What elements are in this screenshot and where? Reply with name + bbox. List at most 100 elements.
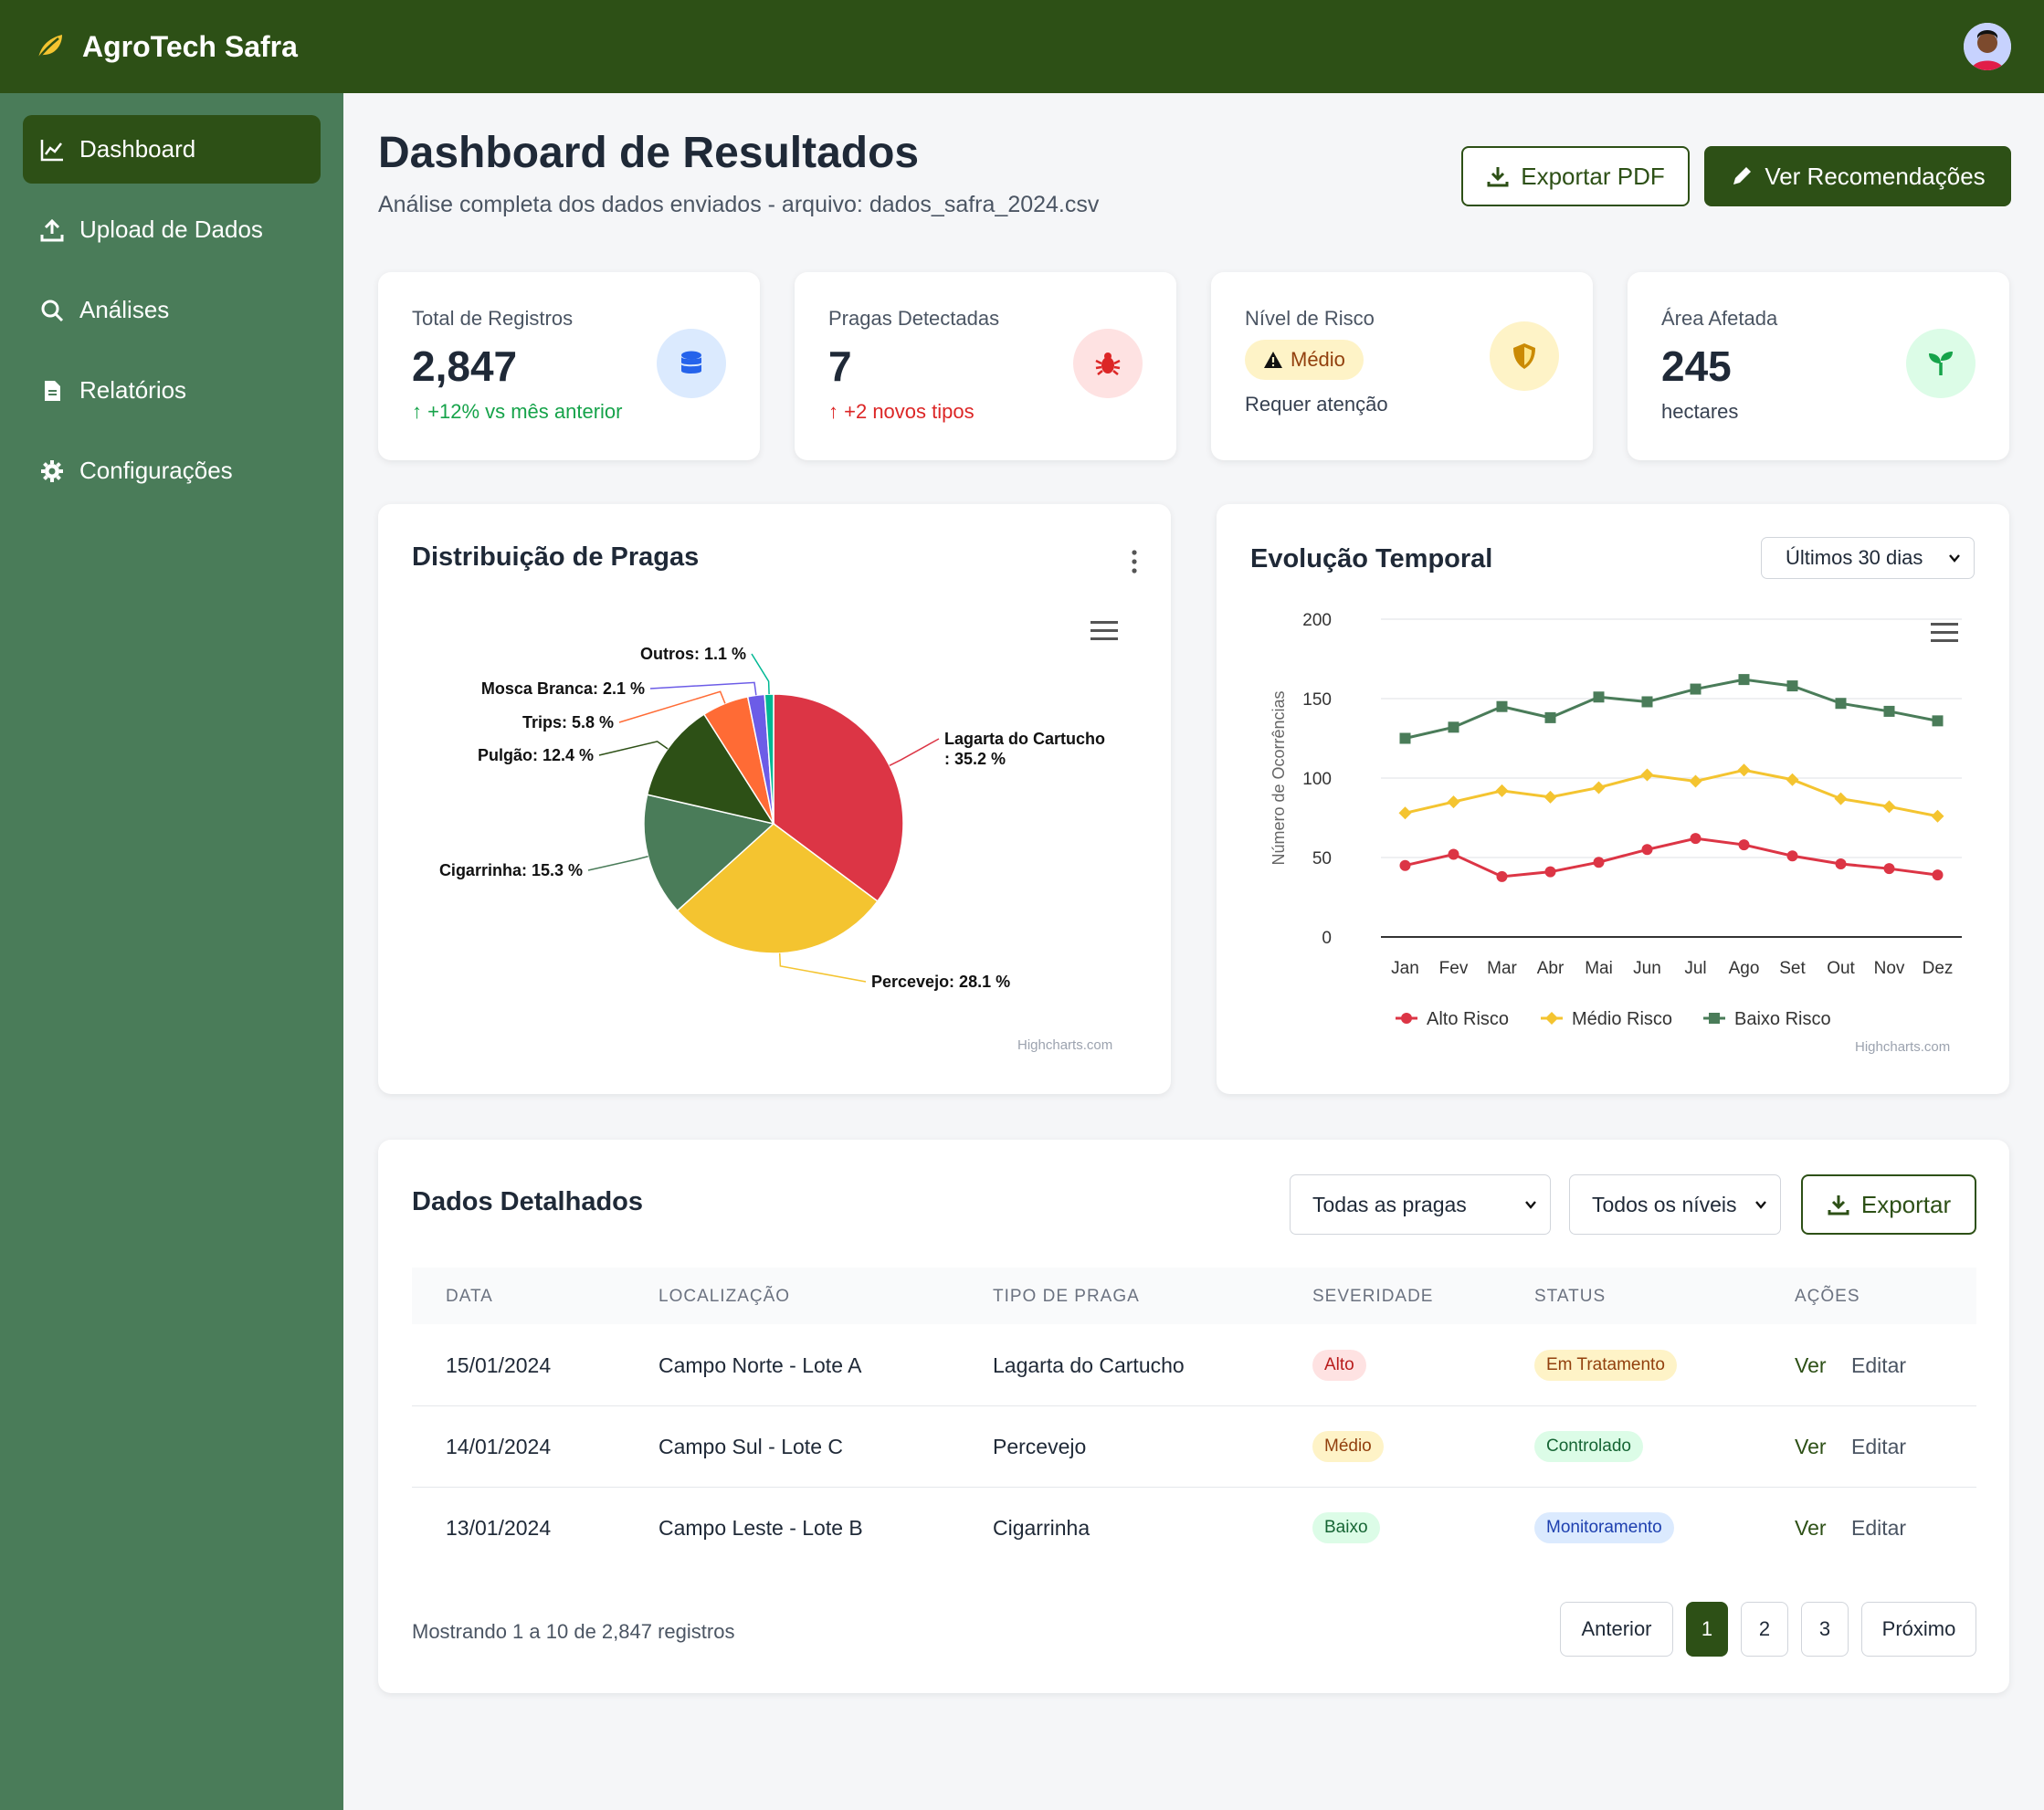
column-header-severity: SEVERIDADE xyxy=(1312,1287,1434,1306)
data-point[interactable] xyxy=(1495,784,1509,797)
data-point[interactable] xyxy=(1883,705,1895,717)
line-chart: 0 50 100 150 200 Número de Ocorrências Jan Fev M… xyxy=(1270,611,1962,1029)
legend-item[interactable]: Baixo Risco xyxy=(1734,1009,1831,1029)
data-point[interactable] xyxy=(1496,870,1508,882)
view-link[interactable]: Ver xyxy=(1795,1516,1827,1541)
export-table-label: Exportar xyxy=(1860,1190,1952,1218)
sidebar-item-dashboard[interactable]: Dashboard xyxy=(23,115,321,184)
data-point[interactable] xyxy=(1738,839,1750,851)
data-point[interactable] xyxy=(1398,806,1412,820)
chart-menu-icon[interactable] xyxy=(1931,623,1958,645)
line-chart-title: Evolução Temporal xyxy=(1250,544,1493,574)
data-point[interactable] xyxy=(1786,680,1798,692)
data-point[interactable] xyxy=(1399,859,1411,871)
pagination-next[interactable]: Próximo xyxy=(1861,1602,1976,1657)
pest-filter-select[interactable]: Todas as pragas xyxy=(1290,1174,1551,1235)
data-point[interactable] xyxy=(1690,683,1702,695)
data-point[interactable] xyxy=(1544,866,1556,878)
more-options-icon[interactable] xyxy=(1129,548,1140,575)
legend-item[interactable]: Alto Risco xyxy=(1427,1009,1509,1029)
view-link[interactable]: Ver xyxy=(1795,1435,1827,1459)
data-point[interactable] xyxy=(1883,863,1895,875)
data-point[interactable] xyxy=(1834,792,1848,805)
data-point[interactable] xyxy=(1448,721,1459,733)
user-avatar[interactable] xyxy=(1964,23,2011,70)
search-icon xyxy=(41,300,64,321)
pie-slice[interactable] xyxy=(746,693,774,825)
stat-label: Nível de Risco xyxy=(1245,307,1375,330)
sidebar-item-reports[interactable]: Relatórios xyxy=(23,356,321,425)
data-point[interactable] xyxy=(1399,732,1411,744)
x-tick-label: Set xyxy=(1779,959,1806,978)
pie-slice[interactable] xyxy=(702,695,774,825)
download-icon xyxy=(1487,167,1509,187)
data-point[interactable] xyxy=(1882,800,1896,814)
data-point[interactable] xyxy=(1447,795,1460,809)
pagination-page-1[interactable]: 1 xyxy=(1686,1602,1728,1657)
pagination-page-3[interactable]: 3 xyxy=(1801,1602,1849,1657)
sidebar-item-upload[interactable]: Upload de Dados xyxy=(23,195,321,264)
data-point[interactable] xyxy=(1689,774,1702,788)
edit-link[interactable]: Editar xyxy=(1851,1435,1906,1459)
x-tick-label: Jan xyxy=(1391,959,1419,978)
data-point[interactable] xyxy=(1835,698,1847,710)
status-badge: Controlado xyxy=(1534,1431,1643,1462)
cell-pest: Lagarta do Cartucho xyxy=(993,1353,1185,1377)
data-point[interactable] xyxy=(1738,674,1750,686)
edit-link[interactable]: Editar xyxy=(1851,1353,1906,1378)
data-point[interactable] xyxy=(1593,857,1605,868)
line-chart-panel: Evolução Temporal Últimos 30 dias 0 50 100… xyxy=(1217,504,2009,1094)
data-point[interactable] xyxy=(1786,850,1798,862)
pie-slice[interactable] xyxy=(764,693,774,825)
stat-trend-text: +2 novos tipos xyxy=(844,400,975,423)
app-brand: AgroTech Safra xyxy=(82,29,298,63)
data-point[interactable] xyxy=(1737,763,1751,777)
legend-marker[interactable] xyxy=(1709,1013,1720,1024)
status-badge: Em Tratamento xyxy=(1534,1350,1677,1381)
view-link[interactable]: Ver xyxy=(1795,1353,1827,1378)
sidebar-item-analyses[interactable]: Análises xyxy=(23,276,321,344)
x-tick-label: Mai xyxy=(1585,959,1613,978)
pie-slice[interactable] xyxy=(646,713,775,826)
severity-badge: Baixo xyxy=(1312,1512,1380,1543)
export-pdf-button[interactable]: Exportar PDF xyxy=(1461,146,1690,206)
stat-trend: ↑ +2 novos tipos xyxy=(828,400,975,424)
data-point[interactable] xyxy=(1496,700,1508,712)
legend-marker[interactable] xyxy=(1401,1013,1412,1024)
data-point[interactable] xyxy=(1544,790,1557,804)
pie-data-label: Pulgão: 12.4 % xyxy=(478,746,594,764)
data-point[interactable] xyxy=(1786,773,1799,786)
data-point[interactable] xyxy=(1592,781,1606,795)
export-table-button[interactable]: Exportar xyxy=(1801,1174,1976,1235)
pagination-page-2[interactable]: 2 xyxy=(1741,1602,1788,1657)
data-point[interactable] xyxy=(1544,711,1556,723)
data-point[interactable] xyxy=(1690,833,1702,845)
pie-slice[interactable] xyxy=(643,794,775,912)
data-point[interactable] xyxy=(1640,768,1654,782)
pie-connector xyxy=(618,690,726,723)
pagination-prev[interactable]: Anterior xyxy=(1560,1602,1673,1657)
bug-icon xyxy=(1095,353,1121,375)
data-point[interactable] xyxy=(1932,869,1944,881)
upload-icon xyxy=(40,218,64,241)
sidebar-item-settings[interactable]: Configurações xyxy=(23,437,321,505)
level-filter-select[interactable]: Todos os níveis xyxy=(1569,1174,1781,1235)
data-point[interactable] xyxy=(1931,809,1944,823)
data-point[interactable] xyxy=(1448,848,1459,860)
data-point[interactable] xyxy=(1593,691,1605,703)
edit-link[interactable]: Editar xyxy=(1851,1516,1906,1541)
legend-item[interactable]: Médio Risco xyxy=(1572,1009,1672,1029)
severity-badge: Alto xyxy=(1312,1350,1366,1381)
chart-menu-icon[interactable] xyxy=(1090,621,1118,643)
table-row: 13/01/2024 Campo Leste - Lote B Cigarrin… xyxy=(412,1487,1976,1569)
data-point[interactable] xyxy=(1835,858,1847,869)
download-icon xyxy=(1828,1195,1849,1215)
recommendations-button[interactable]: Ver Recomendações xyxy=(1704,146,2011,206)
data-point[interactable] xyxy=(1641,696,1653,708)
pie-slice[interactable] xyxy=(676,823,879,954)
data-point[interactable] xyxy=(1641,844,1653,856)
data-point[interactable] xyxy=(1932,715,1944,727)
time-range-select[interactable]: Últimos 30 dias xyxy=(1761,537,1975,579)
pie-slice[interactable] xyxy=(773,693,904,902)
legend-marker[interactable] xyxy=(1545,1012,1558,1025)
